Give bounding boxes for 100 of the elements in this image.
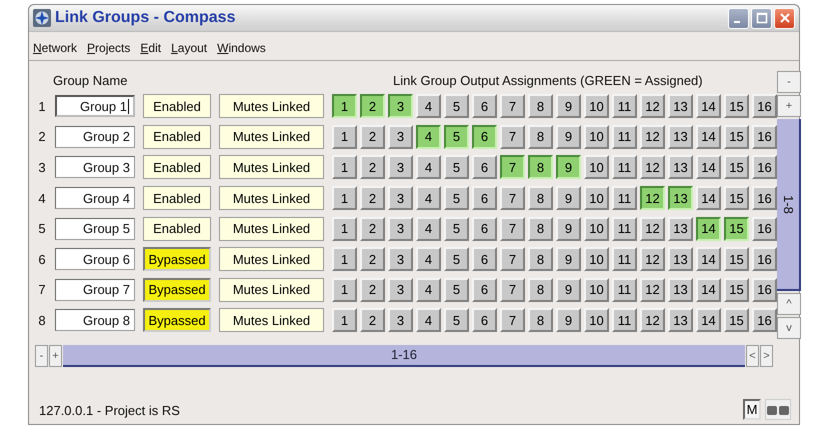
output-button[interactable]: 15 [724,308,749,332]
output-button[interactable]: 9 [556,124,581,149]
output-button[interactable]: 1 [332,308,357,332]
mutes-button[interactable]: Mutes Linked [219,216,324,241]
output-button[interactable]: 15 [724,124,749,149]
output-button[interactable]: 2 [360,216,385,241]
group-name-field[interactable]: Group 6 [55,248,135,270]
output-button[interactable]: 16 [752,216,777,241]
output-button[interactable]: 3 [388,278,413,302]
output-button[interactable]: 13 [668,308,693,332]
layout-button[interactable] [765,399,791,420]
output-button[interactable]: 11 [612,94,637,118]
output-button[interactable]: 6 [472,308,497,332]
output-button[interactable]: 2 [360,247,385,272]
output-button[interactable]: 14 [696,247,721,272]
output-button[interactable]: 9 [556,278,581,302]
output-button[interactable]: 2 [360,308,385,332]
output-button[interactable]: 15 [724,155,749,180]
output-button[interactable]: 15 [724,216,749,241]
output-button[interactable]: 4 [416,94,441,118]
output-button[interactable]: 5 [444,186,469,210]
output-button[interactable]: 13 [668,124,693,149]
output-button[interactable]: 7 [500,94,525,118]
output-button[interactable]: 3 [388,247,413,272]
output-button[interactable]: 8 [528,216,553,241]
output-button[interactable]: 9 [556,247,581,272]
output-button[interactable]: 15 [724,94,749,118]
output-button[interactable]: 12 [640,247,665,272]
output-button[interactable]: 11 [612,278,637,302]
output-button[interactable]: 7 [500,124,525,149]
scroll-thumb[interactable]: 1-8 [777,119,801,291]
mode-button[interactable]: Enabled [143,186,211,210]
output-button[interactable]: 1 [332,124,357,149]
output-button[interactable]: 9 [556,216,581,241]
output-button[interactable]: 9 [556,155,581,180]
output-button[interactable]: 8 [528,124,553,149]
output-button[interactable]: 5 [444,247,469,272]
maximize-button[interactable] [751,8,772,28]
output-button[interactable]: 4 [416,124,441,149]
output-button[interactable]: 2 [360,186,385,210]
scroll-up-button[interactable]: ^ [777,293,801,315]
output-button[interactable]: 7 [500,278,525,302]
output-button[interactable]: 12 [640,94,665,118]
output-button[interactable]: 14 [696,94,721,118]
output-button[interactable]: 4 [416,155,441,180]
mode-button[interactable]: Enabled [143,124,211,149]
output-button[interactable]: 5 [444,124,469,149]
menu-item[interactable]: Windows [217,41,266,55]
output-button[interactable]: 1 [332,278,357,302]
output-button[interactable]: 11 [612,308,637,332]
menu-item[interactable]: Layout [171,41,208,55]
mode-button[interactable]: Enabled [143,94,211,118]
output-button[interactable]: 5 [444,216,469,241]
output-button[interactable]: 13 [668,216,693,241]
minimize-button[interactable] [728,8,749,28]
output-button[interactable]: 13 [668,247,693,272]
output-button[interactable]: 3 [388,216,413,241]
output-button[interactable]: 4 [416,278,441,302]
mutes-button[interactable]: Mutes Linked [219,247,324,272]
group-name-field[interactable]: Group 8 [55,309,135,332]
output-button[interactable]: 8 [528,247,553,272]
output-button[interactable]: 7 [500,308,525,332]
output-button[interactable]: 1 [332,155,357,180]
mutes-button[interactable]: Mutes Linked [219,94,324,118]
output-button[interactable]: 11 [612,247,637,272]
output-button[interactable]: 10 [584,278,609,302]
output-button[interactable]: 9 [556,308,581,332]
output-button[interactable]: 3 [388,124,413,149]
output-button[interactable]: 14 [696,124,721,149]
output-button[interactable]: 14 [696,155,721,180]
group-name-field[interactable]: Group 3 [55,156,135,178]
output-button[interactable]: 3 [388,94,413,118]
output-button[interactable]: 11 [612,186,637,210]
mutes-button[interactable]: Mutes Linked [219,186,324,210]
output-button[interactable]: 3 [388,155,413,180]
mode-button[interactable]: Enabled [143,155,211,180]
output-button[interactable]: 10 [584,155,609,180]
group-name-field[interactable]: Group 4 [55,187,135,210]
output-button[interactable]: 10 [584,308,609,332]
output-button[interactable]: 10 [584,124,609,149]
output-button[interactable]: 16 [752,155,777,180]
output-button[interactable]: 8 [528,155,553,180]
output-button[interactable]: 2 [360,155,385,180]
output-button[interactable]: 10 [584,94,609,118]
output-button[interactable]: 6 [472,94,497,118]
output-button[interactable]: 11 [612,155,637,180]
output-button[interactable]: 13 [668,155,693,180]
output-button[interactable]: 15 [724,247,749,272]
output-button[interactable]: 10 [584,186,609,210]
output-button[interactable]: 4 [416,308,441,332]
output-button[interactable]: 14 [696,308,721,332]
menu-item[interactable]: Network [33,41,78,55]
output-button[interactable]: 16 [752,278,777,302]
output-button[interactable]: 5 [444,308,469,332]
output-button[interactable]: 15 [724,278,749,302]
output-button[interactable]: 6 [472,216,497,241]
output-button[interactable]: 2 [360,124,385,149]
output-button[interactable]: 5 [444,155,469,180]
scroll-thumb[interactable]: 1-16 [63,344,745,367]
output-button[interactable]: 7 [500,247,525,272]
